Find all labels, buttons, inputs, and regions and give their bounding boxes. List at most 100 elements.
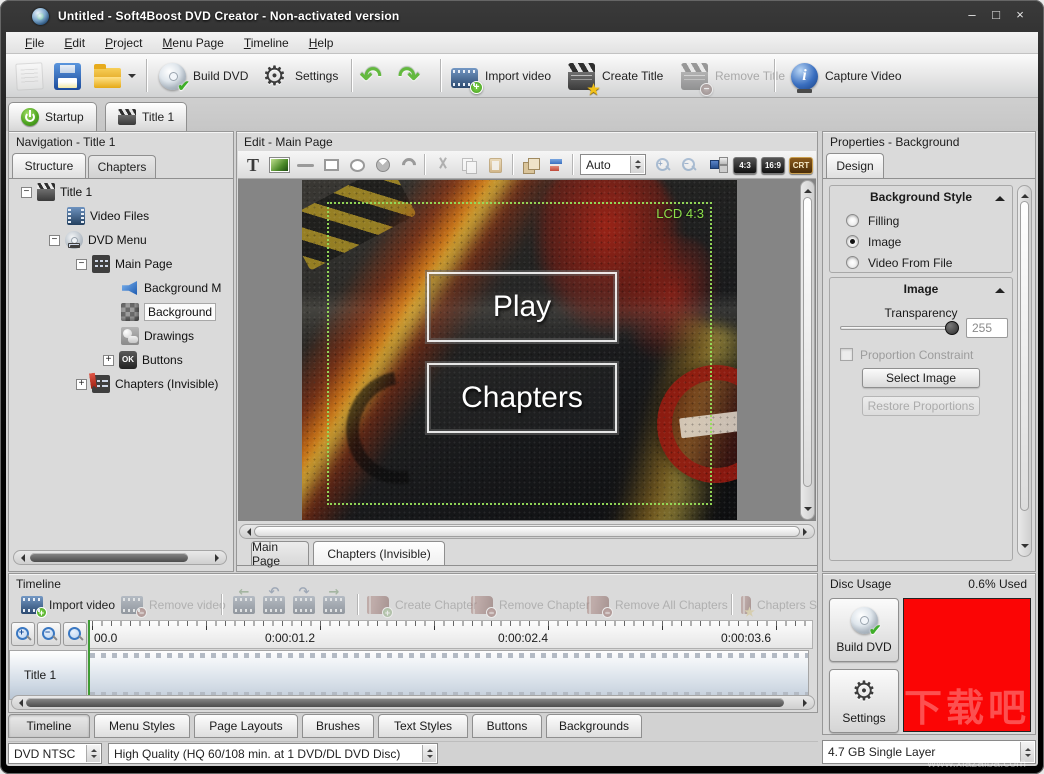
minimize-button[interactable]: – (964, 7, 980, 22)
dvd-menu-play-button[interactable]: Play (427, 272, 617, 342)
playhead[interactable] (88, 620, 90, 700)
layers-button[interactable] (518, 153, 544, 177)
menu-help[interactable]: Help (300, 34, 343, 52)
line-tool-button[interactable] (292, 153, 318, 177)
radio-image[interactable] (846, 235, 859, 248)
pie-tool-button[interactable] (370, 153, 396, 177)
maximize-button[interactable]: □ (988, 7, 1004, 22)
undo-button[interactable] (360, 58, 387, 94)
zoom-in-button[interactable]: + (650, 153, 676, 177)
text-tool-button[interactable]: T (240, 153, 266, 177)
spinner-icon[interactable] (422, 745, 436, 762)
select-image-button[interactable]: Select Image (862, 368, 980, 388)
tab-text-styles[interactable]: Text Styles (378, 714, 468, 738)
scroll-right-icon[interactable] (803, 528, 811, 536)
timeline-import-video-button[interactable]: +Import video (21, 591, 115, 619)
menu-project[interactable]: Project (96, 34, 151, 52)
import-video-button[interactable]: +Import video (451, 58, 551, 94)
remove-chapter-button[interactable]: −Remove Chapter (471, 591, 590, 619)
tab-startup[interactable]: Startup (8, 102, 97, 131)
tab-backgrounds[interactable]: Backgrounds (546, 714, 642, 738)
page-tab-chapters-invisible[interactable]: Chapters (Invisible) (313, 541, 445, 565)
remove-all-chapters-button[interactable]: −Remove All Chapters (587, 591, 728, 619)
tree-item-chapters-invisible[interactable]: +Chapters (Invisible) (9, 372, 233, 396)
nav-horizontal-scrollbar[interactable] (13, 550, 227, 565)
disc-format-select[interactable]: DVD NTSC (8, 743, 102, 764)
save-project-button[interactable] (54, 58, 81, 94)
disc-settings-button[interactable]: Settings (829, 669, 899, 733)
timeline-horizontal-scrollbar[interactable] (11, 695, 815, 710)
scroll-up-icon[interactable] (804, 185, 812, 193)
create-chapter-button[interactable]: +Create Chapter (367, 591, 477, 619)
quality-select[interactable]: High Quality (HQ 60/108 min. at 1 DVD/DL… (108, 743, 438, 764)
tab-page-layouts[interactable]: Page Layouts (194, 714, 298, 738)
timeline-zoom-fit-button[interactable] (63, 622, 87, 646)
rectangle-tool-button[interactable] (318, 153, 344, 177)
slider-knob[interactable] (945, 321, 959, 335)
dvd-menu-chapters-button[interactable]: Chapters (427, 363, 617, 433)
tree-item-background[interactable]: Background (9, 300, 233, 324)
scroll-left-icon[interactable] (243, 528, 251, 536)
menu-menu-page[interactable]: Menu Page (153, 34, 232, 52)
create-title-button[interactable]: ★Create Title (568, 58, 663, 94)
collapse-icon[interactable] (995, 283, 1005, 293)
scroll-right-icon[interactable] (215, 554, 223, 562)
scrollbar-thumb[interactable] (1020, 201, 1029, 511)
zoom-select[interactable]: Auto (580, 154, 646, 175)
properties-vertical-scrollbar[interactable] (1017, 185, 1032, 557)
tree-item-video-files[interactable]: Video Files (9, 204, 233, 228)
scroll-down-icon[interactable] (804, 507, 812, 515)
menu-canvas[interactable]: LCD 4:3 Play Chapters (238, 179, 816, 521)
open-dropdown-arrow-icon[interactable] (128, 74, 136, 82)
transparency-value[interactable]: 255 (966, 318, 1008, 338)
menu-file[interactable]: File (16, 34, 53, 52)
cut-button[interactable] (430, 153, 456, 177)
spinner-icon[interactable] (1020, 742, 1034, 762)
scroll-right-icon[interactable] (803, 699, 811, 707)
timeline-ruler[interactable]: 00.0 0:00:01.2 0:00:02.4 0:00:03.6 (89, 620, 813, 649)
page-tab-main-page[interactable]: Main Page (251, 541, 309, 565)
scroll-down-icon[interactable] (1021, 544, 1029, 552)
tree-item-main-page[interactable]: −Main Page (9, 252, 233, 276)
capture-video-button[interactable]: Capture Video (791, 58, 902, 94)
expander-icon[interactable]: − (49, 235, 60, 246)
paste-button[interactable] (482, 153, 508, 177)
tab-design[interactable]: Design (826, 153, 884, 178)
scroll-left-icon[interactable] (17, 554, 25, 562)
tab-buttons[interactable]: Buttons (472, 714, 542, 738)
disc-build-dvd-button[interactable]: Build DVD (829, 598, 899, 662)
canvas-vertical-scrollbar[interactable] (800, 180, 815, 520)
new-project-button[interactable] (16, 58, 43, 94)
safe-area-43-button[interactable]: 4:3 (732, 153, 758, 177)
scrollbar-thumb[interactable] (26, 698, 784, 707)
tree-item-title-1[interactable]: −Title 1 (9, 180, 233, 204)
timeline-track[interactable] (89, 650, 809, 700)
track-title-1[interactable]: Title 1 (9, 650, 87, 700)
scrollbar-thumb[interactable] (254, 526, 800, 537)
rotate-video-left-button[interactable]: ↶ (263, 591, 285, 619)
zoom-out-button[interactable]: − (676, 153, 702, 177)
timeline-zoom-out-button[interactable]: − (37, 622, 61, 646)
scrollbar-thumb[interactable] (30, 553, 188, 562)
settings-button[interactable]: Settings (261, 58, 338, 94)
menu-edit[interactable]: Edit (55, 34, 94, 52)
copy-button[interactable] (456, 153, 482, 177)
canvas-horizontal-scrollbar[interactable] (239, 524, 815, 539)
proportion-constraint-checkbox[interactable] (840, 348, 853, 361)
image-tool-button[interactable] (266, 153, 292, 177)
scroll-up-icon[interactable] (1021, 190, 1029, 198)
disc-capacity-select[interactable]: 4.7 GB Single Layer (822, 740, 1036, 764)
expander-icon[interactable]: + (76, 379, 87, 390)
titlebar[interactable]: Untitled - Soft4Boost DVD Creator - Non-… (0, 0, 1044, 32)
transparency-slider[interactable] (840, 326, 958, 330)
expander-icon[interactable]: − (76, 259, 87, 270)
expander-icon[interactable]: − (21, 187, 32, 198)
safe-area-169-button[interactable]: 16:9 (760, 153, 786, 177)
tab-chapters[interactable]: Chapters (88, 155, 156, 178)
tree-item-drawings[interactable]: Drawings (9, 324, 233, 348)
radio-video-from-file[interactable] (846, 256, 859, 269)
tree-item-buttons[interactable]: +Buttons (9, 348, 233, 372)
move-video-end-button[interactable]: → (323, 591, 345, 619)
rotate-video-right-button[interactable]: ↷ (293, 591, 315, 619)
open-project-button[interactable] (94, 58, 136, 94)
